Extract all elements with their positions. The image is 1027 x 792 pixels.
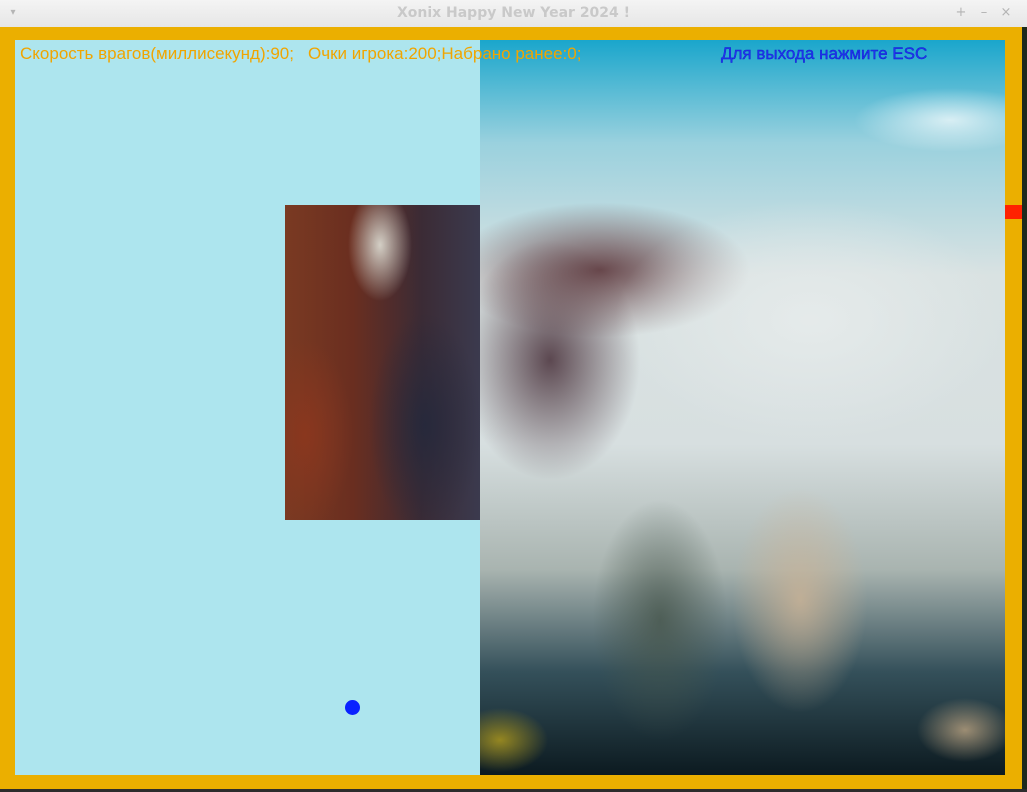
maximize-button[interactable]: + — [953, 5, 969, 21]
previous-score-label: Набрано ранее:0; — [441, 44, 582, 63]
window-edge-right — [1022, 27, 1027, 792]
window-title: Xonix Happy New Year 2024 ! — [396, 5, 631, 21]
revealed-picture-main — [480, 40, 1005, 775]
minimize-button[interactable]: – — [976, 5, 992, 21]
hud-stats: Скорость врагов(миллисекунд):90; Очки игр… — [20, 44, 581, 64]
player-score-label: Очки игрока:200; — [307, 44, 442, 63]
game-playfield[interactable] — [15, 40, 1005, 775]
title-bar[interactable]: ▾ Xonix Happy New Year 2024 ! + – × — [0, 0, 1027, 28]
enemy-speed-label: Скорость врагов(миллисекунд):90; — [20, 44, 294, 63]
game-window: ▾ Xonix Happy New Year 2024 ! + – × Скор… — [0, 0, 1027, 792]
plus-icon: + — [955, 5, 967, 20]
enemy-ball — [345, 700, 360, 715]
close-button[interactable]: × — [998, 5, 1014, 21]
player-marker — [1005, 205, 1022, 219]
close-icon: × — [1000, 5, 1012, 20]
minus-icon: – — [980, 5, 988, 20]
revealed-picture-block — [285, 205, 480, 520]
exit-hint: Для выхода нажмите ESC — [721, 44, 928, 63]
